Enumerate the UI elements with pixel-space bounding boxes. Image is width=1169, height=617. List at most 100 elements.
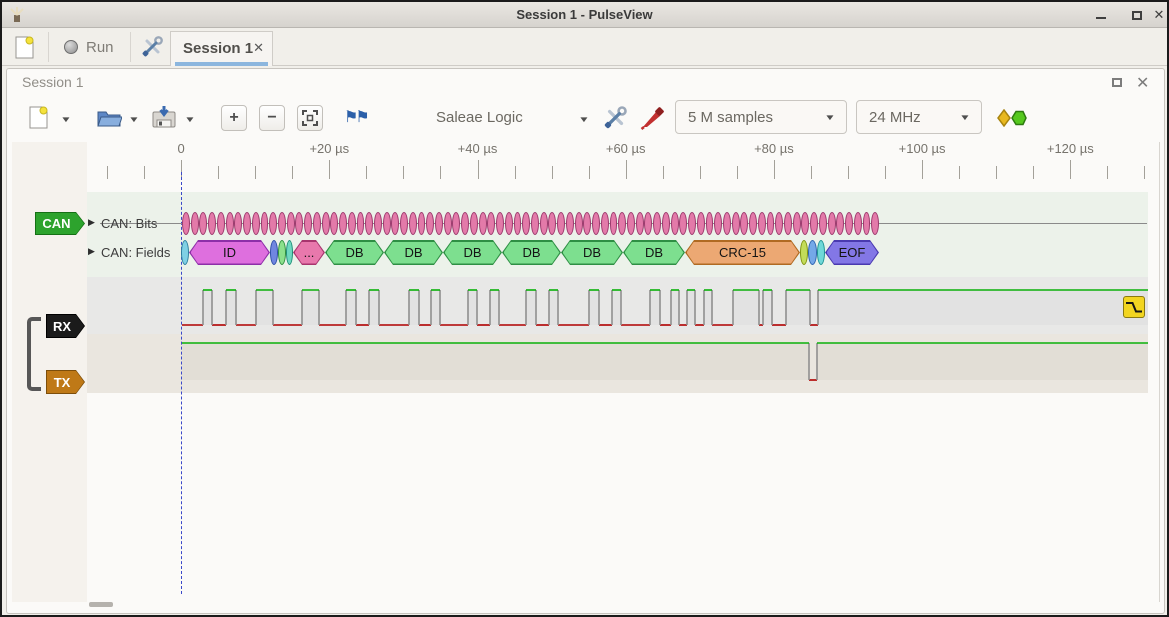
session-title: Session 1 (22, 74, 83, 90)
decoder-tag-label: CAN (36, 213, 84, 234)
ruler-label: +20 µs (309, 141, 349, 156)
close-button[interactable]: ✕ (1148, 2, 1169, 28)
sample-count-combo[interactable]: 5 M samples ▼ (675, 100, 847, 134)
device-selector[interactable]: Saleae Logic (436, 109, 523, 126)
can-bit (697, 212, 705, 235)
toolbar-separator (48, 32, 49, 62)
horizontal-scrollbar-handle[interactable] (89, 602, 113, 607)
session-maximize-button[interactable] (1112, 78, 1122, 87)
can-field: EOF (825, 240, 879, 265)
new-document-icon (29, 106, 48, 129)
run-button[interactable]: Run (56, 32, 122, 62)
can-bit (749, 212, 757, 235)
ruler-major-tick (774, 160, 775, 179)
minus-icon: − (267, 109, 276, 127)
can-field-label: DB (443, 240, 502, 265)
zoom-out-button[interactable]: − (259, 105, 285, 131)
expand-arrow-fields[interactable]: ▶ (88, 246, 95, 257)
session-close-button[interactable]: ✕ (1136, 73, 1149, 93)
zoom-fit-button[interactable] (297, 105, 323, 131)
save-dropdown-arrow[interactable]: ▼ (184, 115, 196, 124)
can-bit (348, 212, 356, 235)
trigger-falling-edge-icon[interactable] (1123, 296, 1145, 318)
can-field: DB (502, 240, 561, 265)
expand-arrow-bits[interactable]: ▶ (88, 217, 95, 228)
new-file-button[interactable] (29, 106, 48, 129)
can-bit (793, 212, 801, 235)
can-field-sliver (270, 240, 278, 265)
maximize-button[interactable] (1126, 2, 1148, 28)
run-label: Run (86, 39, 114, 56)
configure-device-button[interactable] (602, 105, 628, 131)
zoom-in-button[interactable]: + (221, 105, 247, 131)
pulseview-window: Session 1 - PulseView ✕ Run Session 1 ✕ … (0, 0, 1169, 617)
can-field-label: DB (502, 240, 561, 265)
tools-icon (140, 35, 164, 59)
new-file-dropdown-arrow[interactable]: ▼ (60, 115, 72, 124)
tools-icon (602, 105, 628, 131)
can-bit (400, 212, 408, 235)
show-cursors-button[interactable]: ⚑⚑ (344, 107, 367, 127)
ruler-label: +120 µs (1047, 141, 1094, 156)
ruler-minor-tick (255, 166, 256, 179)
can-bit (723, 212, 731, 235)
ruler-minor-tick (811, 166, 812, 179)
can-bit (627, 212, 635, 235)
can-bit (662, 212, 670, 235)
can-bit (854, 212, 862, 235)
can-bit (496, 212, 504, 235)
ruler-minor-tick (403, 166, 404, 179)
can-field: DB (561, 240, 623, 265)
window-title: Session 1 - PulseView (2, 2, 1167, 28)
new-session-button[interactable] (10, 33, 38, 61)
open-folder-icon (96, 107, 122, 128)
ruler-minor-tick (292, 166, 293, 179)
can-field: CRC-15 (685, 240, 800, 265)
open-button[interactable] (96, 107, 122, 128)
sample-rate-value: 24 MHz (869, 109, 921, 126)
plus-icon: + (229, 109, 238, 127)
ruler-minor-tick (959, 166, 960, 179)
can-field-sliver (278, 240, 286, 265)
save-button[interactable] (152, 105, 177, 129)
flags-icon: ⚑⚑ (344, 109, 367, 126)
open-dropdown-arrow[interactable]: ▼ (128, 115, 140, 124)
title-bar[interactable]: Session 1 - PulseView ✕ (2, 2, 1167, 28)
tx-waveform (87, 334, 1148, 393)
settings-button[interactable] (138, 33, 166, 61)
ruler-label: +80 µs (754, 141, 794, 156)
vertical-scrollbar[interactable] (1159, 142, 1160, 602)
ruler-major-tick (478, 160, 479, 179)
decoder-tag-can[interactable]: CAN (35, 212, 85, 235)
can-field: DB (623, 240, 685, 265)
decoder-icon (997, 109, 1027, 127)
add-decoder-button[interactable] (997, 109, 1027, 127)
tab-session-1[interactable]: Session 1 ✕ (170, 31, 273, 66)
tab-close-icon[interactable]: ✕ (253, 40, 264, 56)
run-state-icon (64, 40, 78, 54)
ruler-label: +40 µs (458, 141, 498, 156)
chevron-down-icon: ▼ (959, 113, 971, 122)
probe-icon (640, 104, 666, 130)
can-field-label: DB (623, 240, 685, 265)
minimize-button[interactable] (1090, 2, 1112, 28)
ruler-label: +100 µs (899, 141, 946, 156)
can-bit (409, 212, 417, 235)
tx-tag-label: TX (47, 371, 84, 393)
channel-group-bracket[interactable] (27, 317, 41, 391)
ruler-minor-tick (440, 166, 441, 179)
can-bit (828, 212, 836, 235)
ruler-minor-tick (1144, 166, 1145, 179)
channels-button[interactable] (640, 104, 666, 130)
sample-rate-combo[interactable]: 24 MHz ▼ (856, 100, 982, 134)
minimize-icon (1096, 17, 1106, 19)
new-document-icon (15, 36, 34, 59)
can-field-label: DB (384, 240, 443, 265)
can-bit (322, 212, 330, 235)
can-bit (758, 212, 766, 235)
device-dropdown-arrow[interactable]: ▼ (578, 115, 590, 124)
can-field-sliver (808, 240, 817, 265)
ruler-minor-tick (1107, 166, 1108, 179)
rx-waveform (87, 277, 1148, 334)
can-field-label: DB (325, 240, 384, 265)
